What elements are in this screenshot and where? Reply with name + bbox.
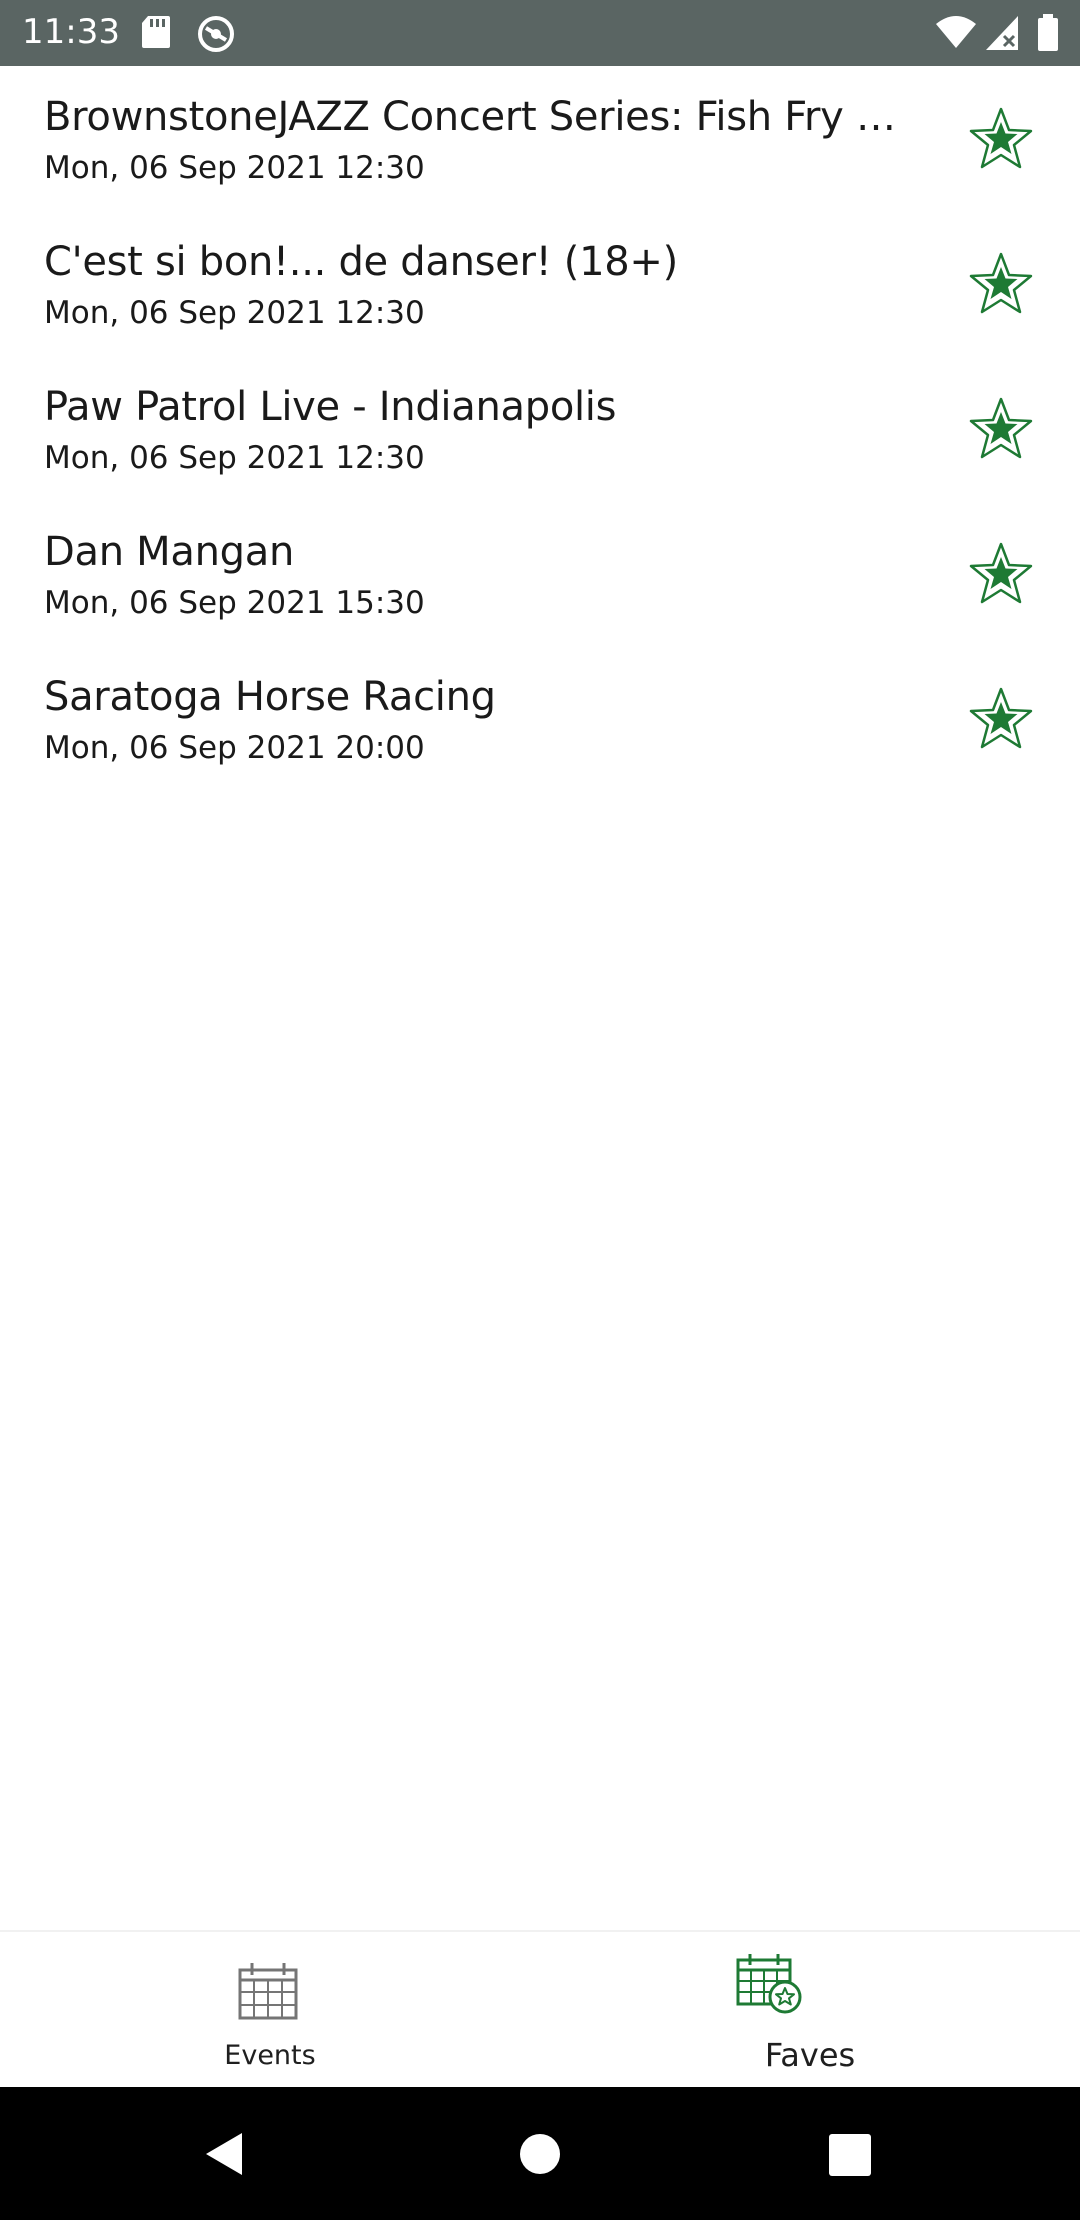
home-icon[interactable] bbox=[519, 2133, 561, 2175]
event-date: Mon, 06 Sep 2021 20:00 bbox=[44, 730, 425, 766]
favorites-list: BrownstoneJAZZ Concert Series: Fish Fry … bbox=[0, 66, 1080, 791]
event-title: BrownstoneJAZZ Concert Series: Fish Fry … bbox=[44, 94, 919, 140]
list-item[interactable]: C'est si bon!... de danser! (18+) Mon, 0… bbox=[0, 211, 1080, 356]
status-time: 11:33 bbox=[22, 12, 120, 52]
tab-faves-label: Faves bbox=[764, 2036, 856, 2074]
system-navigation-bar bbox=[0, 2087, 1080, 2220]
favorite-star-icon[interactable] bbox=[968, 396, 1034, 462]
battery-icon bbox=[1038, 14, 1058, 51]
list-item[interactable]: BrownstoneJAZZ Concert Series: Fish Fry … bbox=[0, 66, 1080, 211]
list-item[interactable]: Paw Patrol Live - Indianapolis Mon, 06 S… bbox=[0, 356, 1080, 501]
event-date: Mon, 06 Sep 2021 12:30 bbox=[44, 150, 425, 186]
event-title: Saratoga Horse Racing bbox=[44, 674, 496, 720]
bottom-navigation: Events Faves bbox=[0, 1930, 1080, 2087]
tab-events-label: Events bbox=[224, 2040, 316, 2071]
recents-icon[interactable] bbox=[829, 2134, 871, 2176]
calendar-icon bbox=[238, 1963, 298, 2020]
event-title: C'est si bon!... de danser! (18+) bbox=[44, 239, 678, 285]
sync-icon bbox=[198, 16, 234, 52]
event-date: Mon, 06 Sep 2021 12:30 bbox=[44, 295, 425, 331]
favorite-star-icon[interactable] bbox=[968, 686, 1034, 752]
tab-faves[interactable]: Faves bbox=[540, 1932, 1080, 2089]
back-icon[interactable] bbox=[204, 2131, 244, 2177]
event-date: Mon, 06 Sep 2021 12:30 bbox=[44, 440, 425, 476]
event-title: Paw Patrol Live - Indianapolis bbox=[44, 384, 617, 430]
list-item[interactable]: Dan Mangan Mon, 06 Sep 2021 15:30 bbox=[0, 501, 1080, 646]
status-bar: 11:33 bbox=[0, 0, 1080, 66]
event-date: Mon, 06 Sep 2021 15:30 bbox=[44, 585, 425, 621]
tab-events[interactable]: Events bbox=[0, 1932, 540, 2089]
sd-card-icon bbox=[142, 16, 170, 48]
wifi-icon bbox=[936, 16, 976, 48]
signal-icon bbox=[986, 16, 1018, 50]
calendar-star-icon bbox=[736, 1954, 802, 2014]
favorite-star-icon[interactable] bbox=[968, 541, 1034, 607]
favorite-star-icon[interactable] bbox=[968, 251, 1034, 317]
list-item[interactable]: Saratoga Horse Racing Mon, 06 Sep 2021 2… bbox=[0, 646, 1080, 791]
event-title: Dan Mangan bbox=[44, 529, 295, 575]
favorite-star-icon[interactable] bbox=[968, 106, 1034, 172]
